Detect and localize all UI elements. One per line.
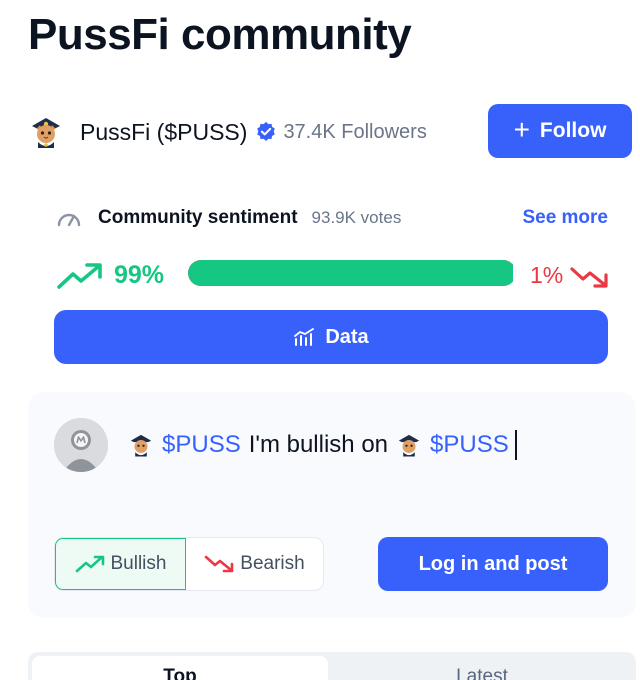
- tab-top[interactable]: Top: [32, 656, 328, 680]
- user-avatar: [54, 418, 108, 472]
- bullish-percentage: 99%: [114, 261, 165, 289]
- token-tag-1[interactable]: $PUSS: [162, 431, 241, 459]
- bearish-percentage: 1%: [530, 262, 564, 288]
- cat-sheriff-icon: [130, 434, 152, 457]
- trend-up-icon: [75, 555, 104, 573]
- sentiment-header: Community sentiment 93.9K votes See more: [56, 204, 608, 232]
- trend-down-icon: [570, 267, 608, 288]
- cat-sheriff-icon: [32, 118, 60, 148]
- data-button[interactable]: Data: [54, 310, 608, 364]
- gauge-icon: [57, 213, 81, 227]
- tab-latest[interactable]: Latest: [332, 656, 632, 680]
- sentiment-bar: [188, 260, 516, 286]
- sentiment-vote-toggle: Bullish Bearish: [54, 537, 324, 591]
- post-text: I'm bullish on: [248, 431, 389, 458]
- page-title: PussFi community: [28, 10, 412, 59]
- post-composer: $PUSS I'm bullish on $PUSS Bullish Beari…: [28, 392, 636, 618]
- sentiment-label: Community sentiment: [98, 207, 298, 228]
- trend-down-icon: [204, 555, 234, 573]
- text-cursor: [514, 430, 517, 460]
- trend-up-icon: [57, 263, 102, 289]
- bearish-label: Bearish: [240, 553, 305, 574]
- cat-sheriff-icon: [398, 434, 420, 457]
- sentiment-bar-row: 99% 1%: [56, 258, 608, 294]
- data-button-label: Data: [325, 325, 369, 348]
- token-name[interactable]: PussFi ($PUSS): [80, 119, 247, 146]
- sentiment-bar-bullish-fill: [188, 260, 513, 286]
- login-and-post-button[interactable]: Log in and post: [378, 537, 608, 591]
- votes-count: 93.9K votes: [311, 208, 402, 227]
- follow-button-label: Follow: [539, 119, 607, 142]
- plus-icon: +: [513, 113, 530, 145]
- sentiment-bar-divider: [513, 260, 516, 286]
- chart-icon: [294, 328, 315, 346]
- bullish-label: Bullish: [110, 553, 167, 574]
- follow-button[interactable]: + Follow: [488, 104, 632, 158]
- default-avatar-icon: [54, 418, 108, 472]
- bullish-button[interactable]: Bullish: [55, 538, 186, 590]
- feed-tabs: Top Latest: [28, 652, 636, 680]
- see-more-link[interactable]: See more: [522, 207, 608, 229]
- bearish-button[interactable]: Bearish: [186, 538, 323, 590]
- followers-count: 37.4K Followers: [283, 120, 427, 143]
- token-header: PussFi ($PUSS) 37.4K Followers + Follow: [28, 104, 636, 160]
- post-input[interactable]: $PUSS I'm bullish on $PUSS: [128, 430, 517, 460]
- token-tag-2[interactable]: $PUSS: [430, 431, 509, 459]
- verified-badge-icon: [257, 121, 276, 141]
